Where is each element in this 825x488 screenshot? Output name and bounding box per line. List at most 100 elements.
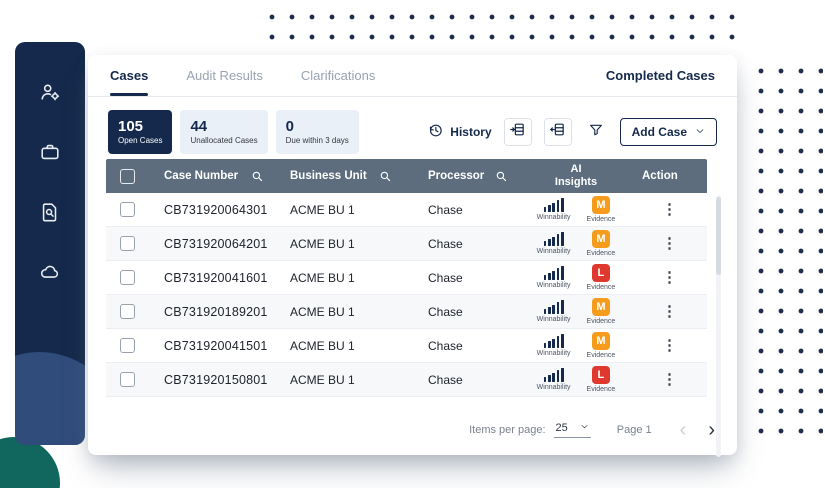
evidence-label: Evidence [587,352,616,359]
processor-cell: Chase [404,339,520,353]
table-header-row: Case Number Business Unit Processor AI I… [106,159,707,193]
col-header-processor: Processor [428,170,484,182]
evidence-indicator: L Evidence [587,366,616,393]
winnability-bars-icon [544,334,564,348]
kebab-menu-icon[interactable]: ⋮ [662,372,677,387]
cloud-icon[interactable] [32,254,68,290]
stat-open-cases[interactable]: 105 Open Cases [108,110,172,154]
evidence-badge: M [592,298,610,316]
search-icon[interactable] [379,170,392,183]
screen: Cases Audit Results Clarifications Compl… [0,0,825,488]
user-settings-icon[interactable] [32,74,68,110]
kebab-menu-icon[interactable]: ⋮ [662,202,677,217]
items-per-page-select[interactable]: 25 [554,422,591,438]
stat-due-within-3-days[interactable]: 0 Due within 3 days [276,110,359,154]
stat-label: Unallocated Cases [190,136,257,146]
row-checkbox[interactable] [120,202,135,217]
business-unit-cell: ACME BU 1 [276,339,404,353]
evidence-label: Evidence [587,318,616,325]
case-number-cell: CB731920041501 [150,339,276,353]
row-checkbox[interactable] [120,338,135,353]
filter-funnel-icon [588,122,604,143]
previous-page-button[interactable]: ‹ [680,420,687,440]
select-all-checkbox[interactable] [120,169,135,184]
table-row: CB731920189201 ACME BU 1 Chase Winnabili… [106,295,707,329]
winnability-label: Winnability [537,214,571,221]
table-export-icon [549,121,566,143]
winnability-bars-icon [544,300,564,314]
table-export-button[interactable] [544,118,572,146]
items-per-page-label: Items per page: [469,424,545,436]
completed-cases-link[interactable]: Completed Cases [606,68,715,83]
business-unit-cell: ACME BU 1 [276,305,404,319]
winnability-label: Winnability [537,384,571,391]
business-unit-cell: ACME BU 1 [276,237,404,251]
row-checkbox[interactable] [120,236,135,251]
filter-button[interactable] [584,120,608,144]
evidence-badge: M [592,196,610,214]
stat-label: Open Cases [118,136,162,146]
business-unit-cell: ACME BU 1 [276,203,404,217]
stats-toolbar-row: 105 Open Cases 44 Unallocated Cases 0 Du… [108,108,717,156]
winnability-indicator: Winnability [537,266,571,289]
winnability-bars-icon [544,198,564,212]
stat-unallocated-cases[interactable]: 44 Unallocated Cases [180,110,267,154]
col-header-case-number: Case Number [164,170,238,182]
case-number-cell: CB731920041601 [150,271,276,285]
evidence-badge: L [592,366,610,384]
winnability-indicator: Winnability [537,334,571,357]
col-header-business-unit: Business Unit [290,170,367,182]
kebab-menu-icon[interactable]: ⋮ [662,236,677,251]
row-checkbox[interactable] [120,270,135,285]
evidence-label: Evidence [587,386,616,393]
winnability-label: Winnability [537,350,571,357]
search-icon[interactable] [495,170,508,183]
processor-cell: Chase [404,305,520,319]
history-icon [427,122,444,142]
main-panel: Cases Audit Results Clarifications Compl… [88,55,737,455]
add-case-button[interactable]: Add Case [620,118,717,146]
winnability-bars-icon [544,232,564,246]
business-unit-cell: ACME BU 1 [276,271,404,285]
decorative-dots-top [260,2,746,40]
winnability-label: Winnability [537,316,571,323]
history-button[interactable]: History [427,122,491,142]
decorative-dots-right [747,57,823,435]
processor-cell: Chase [404,271,520,285]
tab-clarifications[interactable]: Clarifications [301,55,375,96]
winnability-bars-icon [544,368,564,382]
next-page-button[interactable]: › [708,420,715,440]
tab-audit-results[interactable]: Audit Results [186,55,263,96]
briefcase-icon[interactable] [32,134,68,170]
chevron-down-icon [695,125,705,139]
table-scrollbar [716,195,721,457]
processor-cell: Chase [404,373,520,387]
col-header-action: Action [642,170,678,182]
tab-cases[interactable]: Cases [110,55,148,96]
table-row: CB731920041501 ACME BU 1 Chase Winnabili… [106,329,707,363]
kebab-menu-icon[interactable]: ⋮ [662,270,677,285]
evidence-badge: L [592,264,610,282]
sidebar [15,42,85,445]
evidence-label: Evidence [587,284,616,291]
winnability-indicator: Winnability [537,232,571,255]
evidence-indicator: M Evidence [587,196,616,223]
processor-cell: Chase [404,203,520,217]
winnability-bars-icon [544,266,564,280]
kebab-menu-icon[interactable]: ⋮ [662,338,677,353]
kebab-menu-icon[interactable]: ⋮ [662,304,677,319]
document-search-icon[interactable] [32,194,68,230]
stat-value: 105 [118,118,162,135]
search-icon[interactable] [251,170,264,183]
scrollbar-thumb[interactable] [716,197,721,275]
evidence-indicator: L Evidence [587,264,616,291]
row-checkbox[interactable] [120,304,135,319]
evidence-indicator: M Evidence [587,332,616,359]
case-number-cell: CB731920189201 [150,305,276,319]
table-row: CB731920064301 ACME BU 1 Chase Winnabili… [106,193,707,227]
table-row: CB731920150801 ACME BU 1 Chase Winnabili… [106,363,707,397]
table-import-button[interactable] [504,118,532,146]
row-checkbox[interactable] [120,372,135,387]
col-header-ai-insights: AI Insights [552,163,600,188]
winnability-indicator: Winnability [537,300,571,323]
